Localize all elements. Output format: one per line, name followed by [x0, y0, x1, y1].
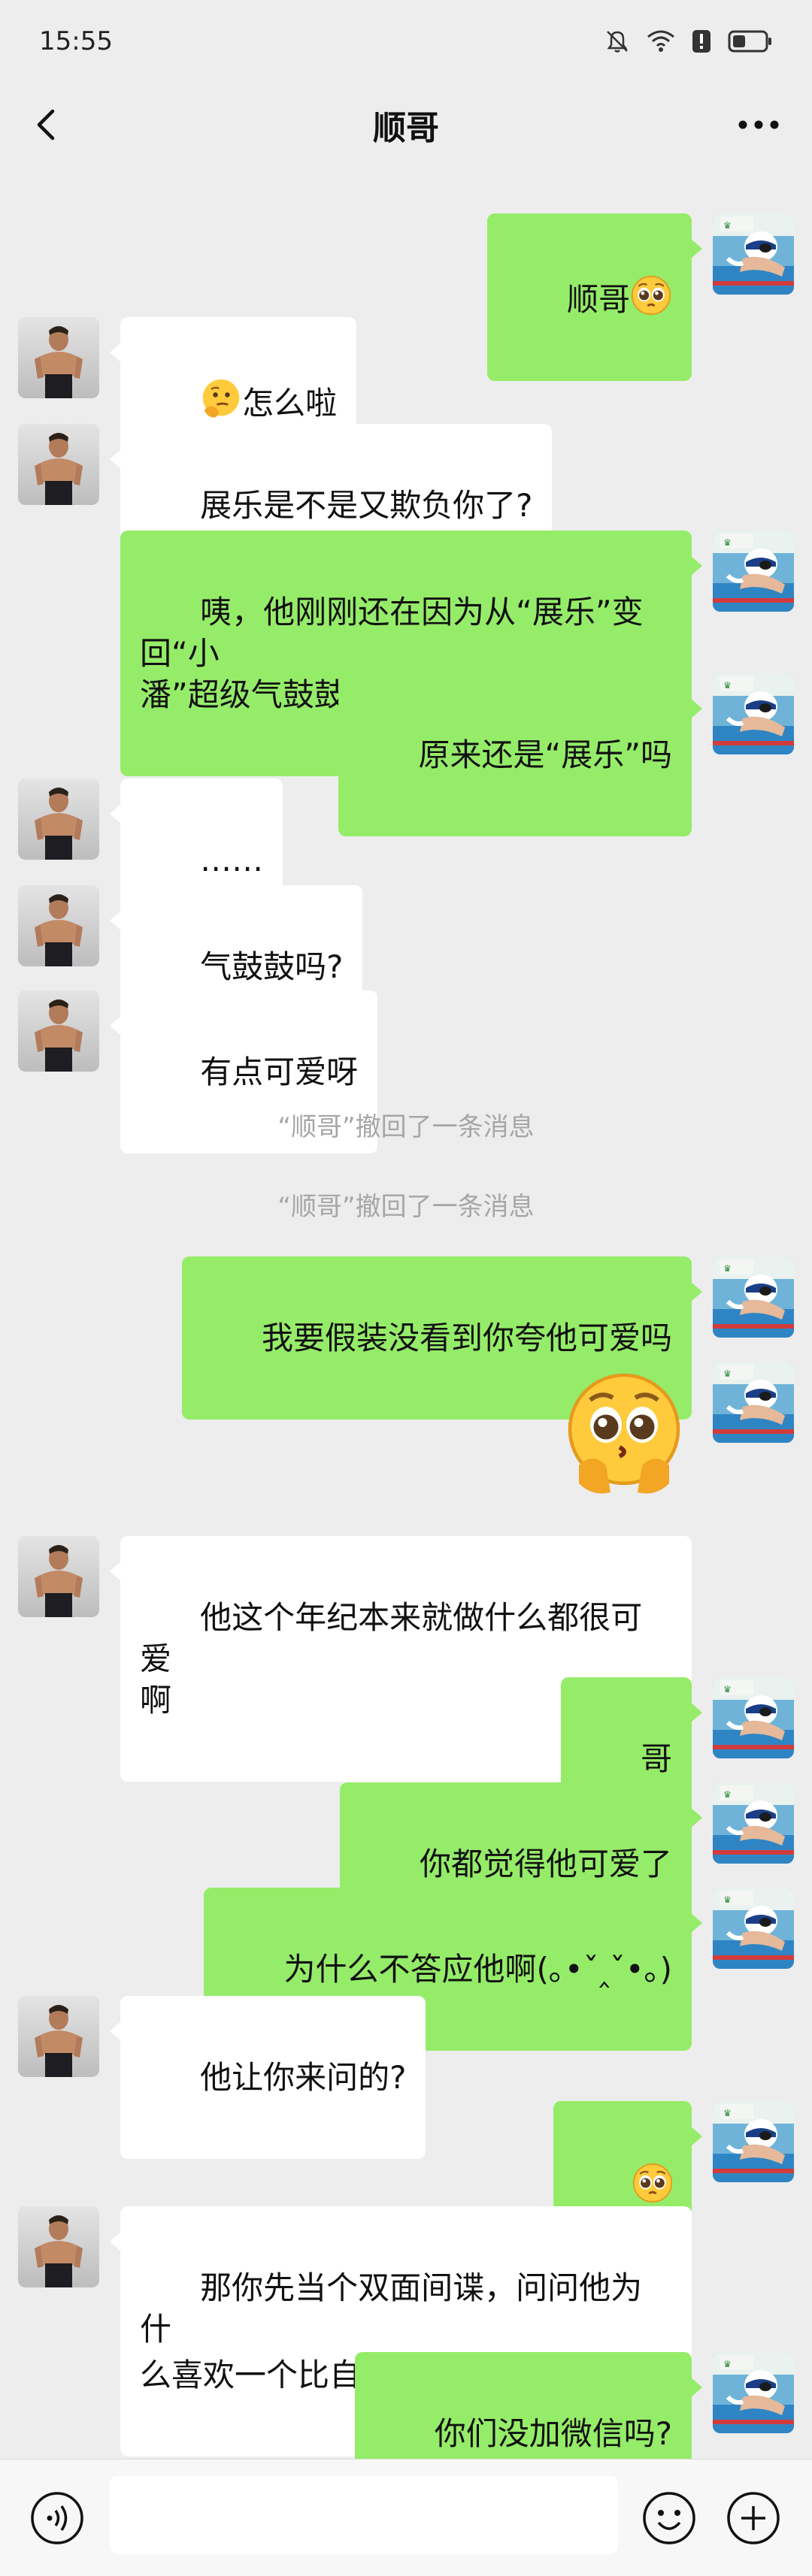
message-outgoing: 你都觉得他可爱了: [0, 1782, 812, 1946]
back-arrow-icon[interactable]: [29, 105, 68, 144]
input-bar: [0, 2459, 812, 2576]
my-avatar[interactable]: [713, 531, 794, 612]
my-avatar[interactable]: [713, 1782, 794, 1864]
message-incoming: 展乐是不是又欺负你了?: [0, 424, 812, 587]
contact-avatar[interactable]: [18, 1996, 99, 2077]
more-icon[interactable]: [732, 104, 785, 146]
message-incoming: 怎么啦: [0, 317, 812, 485]
message-outgoing: 咦，他刚刚还在因为从“展乐”变回“小 潘”超级气鼓鼓: [0, 531, 812, 776]
message-text: 展乐是不是又欺负你了?: [200, 487, 533, 524]
message-text: 气鼓鼓吗?: [200, 948, 344, 985]
chat-history[interactable]: 顺哥 怎么啦 展乐是不是又欺负你了? 咦，他刚刚还在因为从“展乐”变回“小 潘”…: [0, 167, 812, 2515]
battery-icon: [728, 30, 771, 53]
contact-avatar[interactable]: [18, 424, 99, 505]
contact-avatar[interactable]: [18, 2206, 99, 2287]
status-time: 15:55: [39, 26, 113, 56]
contact-avatar[interactable]: [18, 1536, 99, 1617]
my-avatar[interactable]: [713, 673, 794, 754]
emoji-icon[interactable]: [641, 2490, 698, 2547]
chat-title: 顺哥: [373, 109, 439, 147]
message-input[interactable]: [110, 2476, 618, 2554]
message-outgoing: 为什么不答应他啊(｡•ˇ‸ˇ•｡): [0, 1888, 812, 2051]
message-text: 我要假装没看到你夸他可爱吗: [261, 1320, 672, 1356]
my-avatar[interactable]: [713, 1362, 794, 1443]
contact-avatar[interactable]: [18, 885, 99, 966]
message-incoming: 他让你来问的?: [0, 1996, 812, 2159]
pleading-hands-sticker[interactable]: [556, 1366, 692, 1501]
message-incoming: 他这个年纪本来就做什么都很可爱 啊: [0, 1536, 812, 1782]
chat-header: 顺哥: [0, 83, 812, 167]
my-avatar[interactable]: [713, 1677, 794, 1758]
pleading-face-emoji: [632, 2162, 674, 2204]
message-text: 你都觉得他可爱了: [419, 1846, 672, 1882]
alert-icon: [692, 30, 710, 53]
message-incoming: 有点可爱呀: [0, 990, 812, 1153]
message-outgoing: 原来还是“展乐”吗: [0, 673, 812, 836]
message-text: 有点可爱呀: [200, 1054, 359, 1090]
message-outgoing: 你们没加微信吗?: [0, 2352, 812, 2515]
contact-avatar[interactable]: [18, 317, 99, 398]
wifi-icon: [647, 30, 674, 52]
message-incoming: 那你先当个双面间谍，问问他为什 么喜欢一个比自己大十岁的人吧: [0, 2206, 812, 2457]
thinking-face-emoji: [200, 378, 242, 420]
message-incoming: 气鼓鼓吗?: [0, 885, 812, 1048]
message-outgoing: 顺哥: [0, 213, 812, 381]
my-avatar[interactable]: [713, 2352, 794, 2433]
sticker-message: [0, 1362, 812, 1512]
message-text: ……: [200, 842, 264, 878]
message-text: 哥: [640, 1740, 672, 1777]
plus-icon[interactable]: [725, 2490, 782, 2547]
message-incoming: ……: [0, 779, 812, 942]
voice-icon[interactable]: [29, 2490, 86, 2547]
message-text: 他让你来问的?: [200, 2059, 407, 2096]
message-outgoing: 我要假装没看到你夸他可爱吗: [0, 1256, 812, 1420]
status-icons: [604, 29, 773, 54]
pleading-face-emoji: [630, 274, 672, 316]
contact-avatar[interactable]: [18, 990, 99, 1072]
contact-avatar[interactable]: [18, 779, 99, 860]
my-avatar[interactable]: [713, 213, 794, 295]
my-avatar[interactable]: [713, 1888, 794, 1969]
my-avatar[interactable]: [713, 2101, 794, 2182]
mute-icon: [607, 31, 628, 53]
recall-notice: “顺哥”撤回了一条消息: [277, 1112, 535, 1142]
message-text: 怎么啦: [242, 385, 338, 422]
recall-notice: “顺哥”撤回了一条消息: [277, 1192, 535, 1222]
message-outgoing: [0, 2101, 812, 2269]
status-bar: 15:55: [0, 0, 812, 83]
message-text: 你们没加微信吗?: [434, 2415, 672, 2452]
my-avatar[interactable]: [713, 1256, 794, 1338]
message-text: 为什么不答应他啊(｡•ˇ‸ˇ•｡): [283, 1951, 672, 1988]
message-text: 原来还是“展乐”吗: [418, 736, 672, 773]
message-text: 顺哥: [566, 281, 630, 318]
message-outgoing: 哥: [0, 1677, 812, 1840]
